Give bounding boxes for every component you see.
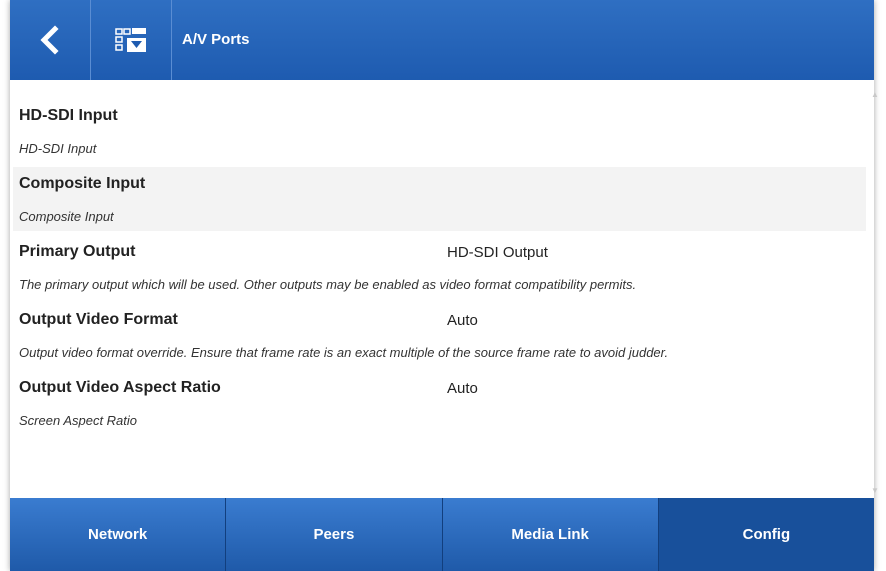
list-action-button[interactable] xyxy=(91,0,172,80)
setting-value: Auto xyxy=(447,380,478,397)
setting-title: Composite Input xyxy=(19,175,146,192)
tab-peers[interactable]: Peers xyxy=(226,498,443,571)
setting-value: Auto xyxy=(447,312,478,329)
scroll-down-icon[interactable]: ▼ xyxy=(869,484,881,498)
setting-item-primary-output[interactable]: Primary Output HD-SDI Output The primary… xyxy=(13,235,866,299)
setting-title: Output Video Aspect Ratio xyxy=(19,379,221,396)
setting-item-output-video-format[interactable]: Output Video Format Auto Output video fo… xyxy=(13,303,866,367)
setting-value: HD-SDI Output xyxy=(447,244,548,261)
setting-title: Output Video Format xyxy=(19,311,178,328)
scrollbar[interactable]: ▲ ▼ xyxy=(869,88,881,498)
app-window: A/V Ports HD-SDI Input HD-SDI Input Comp… xyxy=(10,0,879,571)
back-button[interactable] xyxy=(10,0,91,80)
setting-title: HD-SDI Input xyxy=(19,107,118,124)
setting-item-hd-sdi-input[interactable]: HD-SDI Input HD-SDI Input xyxy=(13,99,866,163)
chevron-left-icon xyxy=(40,25,59,55)
setting-title: Primary Output xyxy=(19,243,136,260)
setting-item-output-video-aspect-ratio[interactable]: Output Video Aspect Ratio Auto Screen As… xyxy=(13,371,866,435)
header-bar: A/V Ports xyxy=(10,0,874,80)
tab-config[interactable]: Config xyxy=(658,498,874,571)
setting-item-composite-input[interactable]: Composite Input Composite Input xyxy=(13,167,866,231)
tab-network[interactable]: Network xyxy=(10,498,227,571)
setting-description: Composite Input xyxy=(19,209,114,224)
setting-description: Screen Aspect Ratio xyxy=(19,413,138,428)
tab-media-link[interactable]: Media Link xyxy=(442,498,659,571)
content-area: HD-SDI Input HD-SDI Input Composite Inpu… xyxy=(10,80,879,498)
setting-description: HD-SDI Input xyxy=(19,141,97,156)
page-title: A/V Ports xyxy=(182,31,250,48)
list-download-icon xyxy=(115,28,146,52)
setting-description: The primary output which will be used. O… xyxy=(19,277,637,292)
settings-list: HD-SDI Input HD-SDI Input Composite Inpu… xyxy=(13,99,866,439)
bottom-tab-bar: Network Peers Media Link Config xyxy=(10,498,874,571)
scroll-up-icon[interactable]: ▲ xyxy=(869,88,881,102)
setting-description: Output video format override. Ensure tha… xyxy=(19,345,669,360)
